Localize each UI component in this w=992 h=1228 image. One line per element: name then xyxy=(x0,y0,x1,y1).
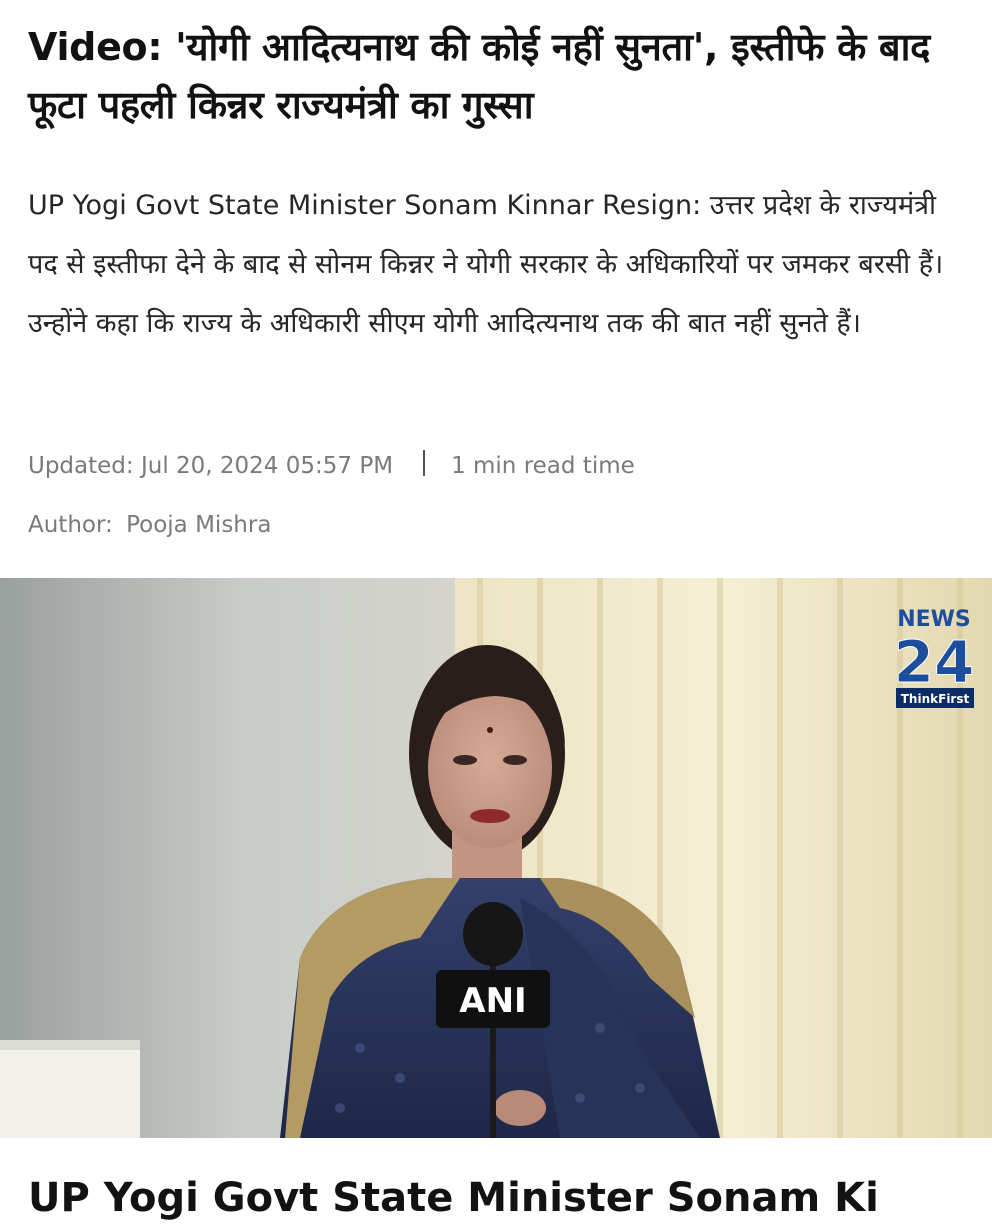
meta-divider xyxy=(423,450,426,476)
article: Video: 'योगी आदित्यनाथ की कोई नहीं सुनता… xyxy=(0,0,992,1221)
author-label: Author: xyxy=(28,512,113,538)
article-headline[interactable]: Video: 'योगी आदित्यनाथ की कोई नहीं सुनता… xyxy=(28,18,972,134)
article-meta: Updated: Jul 20, 2024 05:57 PM 1 min rea… xyxy=(28,446,635,486)
updated-timestamp: Updated: Jul 20, 2024 05:57 PM xyxy=(28,453,394,479)
mic-label: ANI xyxy=(459,981,526,1021)
read-time: 1 min read time xyxy=(451,453,635,479)
logo-tagline: ThinkFirst xyxy=(901,692,970,706)
author-name[interactable]: Pooja Mishra xyxy=(126,512,271,538)
article-summary: UP Yogi Govt State Minister Sonam Kinnar… xyxy=(28,190,944,339)
logo-line2: 24 xyxy=(894,628,975,696)
author-line: Author: Pooja Mishra xyxy=(28,512,271,538)
hero-image: ANI NEWS 24 ThinkFirst xyxy=(0,578,992,1138)
news24-logo: NEWS 24 ThinkFirst xyxy=(893,607,975,708)
hero-video-thumbnail[interactable]: ANI NEWS 24 ThinkFirst xyxy=(0,578,992,1138)
next-article-headline[interactable]: UP Yogi Govt State Minister Sonam Ki xyxy=(28,1168,988,1228)
